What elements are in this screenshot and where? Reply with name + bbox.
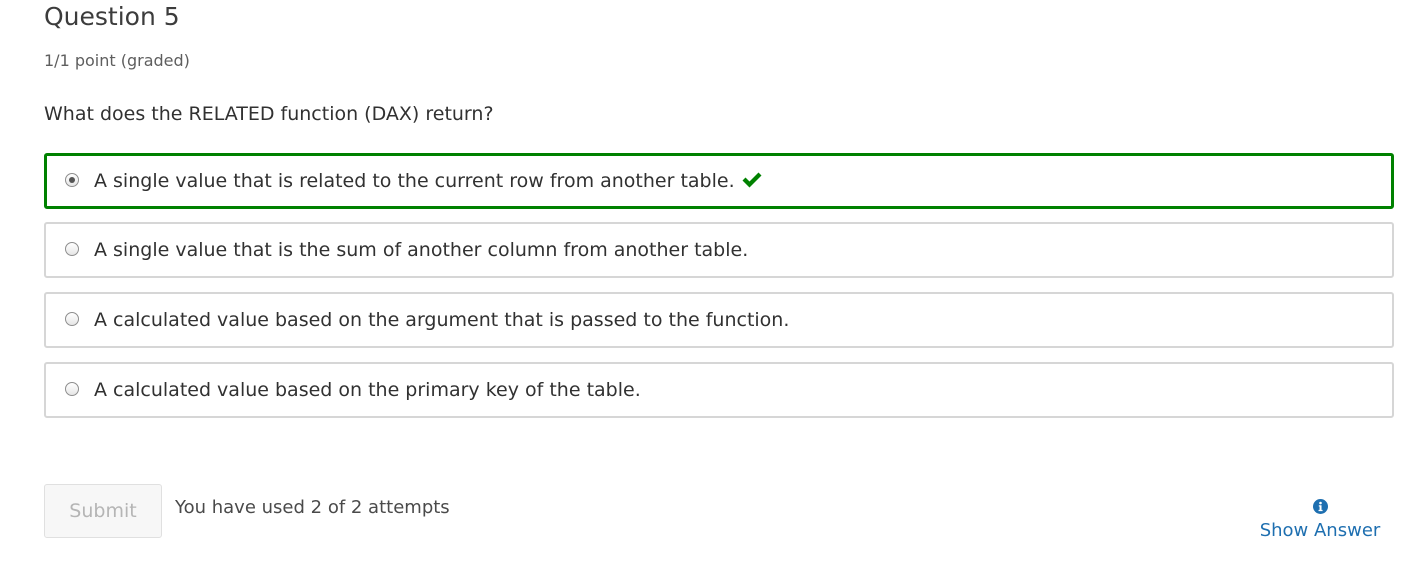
choice-option-3[interactable]: A calculated value based on the argument… xyxy=(44,292,1394,348)
radio-button[interactable] xyxy=(65,312,79,326)
choice-option-1[interactable]: A single value that is related to the cu… xyxy=(44,153,1394,209)
question-title: Question 5 xyxy=(44,2,180,31)
problem-page: Question 5 1/1 point (graded) What does … xyxy=(0,0,1428,573)
choice-group: A single value that is related to the cu… xyxy=(44,153,1394,432)
choice-label-4: A calculated value based on the primary … xyxy=(94,379,641,401)
choice-label-2: A single value that is the sum of anothe… xyxy=(94,239,749,261)
checkmark-icon xyxy=(742,172,762,187)
radio-button[interactable] xyxy=(65,242,79,256)
radio-button[interactable] xyxy=(65,382,79,396)
radio-button-selected[interactable] xyxy=(65,173,79,187)
question-points: 1/1 point (graded) xyxy=(44,51,190,70)
choice-option-2[interactable]: A single value that is the sum of anothe… xyxy=(44,222,1394,278)
show-answer-button[interactable]: Show Answer xyxy=(1258,499,1382,543)
choice-label-3: A calculated value based on the argument… xyxy=(94,309,790,331)
submit-button[interactable]: Submit xyxy=(44,484,162,538)
attempts-status: You have used 2 of 2 attempts xyxy=(175,497,450,518)
choice-option-4[interactable]: A calculated value based on the primary … xyxy=(44,362,1394,418)
choice-text-1: A single value that is related to the cu… xyxy=(94,170,735,192)
info-icon xyxy=(1312,499,1328,514)
choice-label-1: A single value that is related to the cu… xyxy=(94,168,763,194)
show-answer-label: Show Answer xyxy=(1259,520,1381,541)
question-prompt: What does the RELATED function (DAX) ret… xyxy=(44,103,494,125)
